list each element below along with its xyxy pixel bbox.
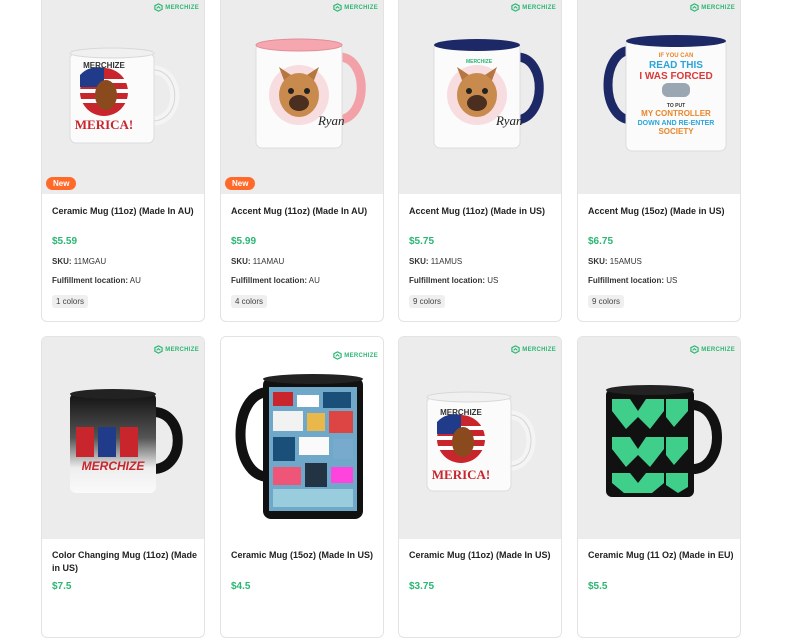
product-price: $5.5 (588, 581, 608, 592)
product-image[interactable]: MERCHIZE IF YOU CAN READ THIS I WAS FORC… (578, 0, 740, 194)
svg-text:DOWN AND RE-ENTER: DOWN AND RE-ENTER (638, 120, 715, 127)
mug-color-changing-image: MERCHIZE (70, 389, 183, 493)
product-card[interactable]: MERCHIZE Ceramic Mug (15oz) (Made In US)… (220, 336, 384, 638)
product-title[interactable]: Ceramic Mug (11oz) (Made In US) (409, 549, 555, 562)
mug-pink-bulldog-image: Ryan (255, 38, 366, 149)
svg-text:Ryan: Ryan (317, 113, 344, 128)
colors-count: 1 colors (52, 295, 89, 308)
product-image[interactable]: MERCHIZE MERCHIZE (42, 337, 204, 539)
svg-text:MERICA!: MERICA! (75, 117, 134, 132)
product-sku: SKU: 15AMUS (588, 257, 642, 266)
mug-navy-bulldog-image: MERCHIZE Ryan (433, 39, 544, 149)
product-title[interactable]: Accent Mug (11oz) (Made in US) (409, 205, 555, 218)
product-card[interactable]: MERCHIZE IF YOU CAN READ THIS I WAS FORC… (577, 0, 741, 322)
mug-usa-merica-image: MERCHIZE MERICA! (69, 47, 180, 144)
product-card[interactable]: MERCHIZE MERCHIZE Color Changing Mug (11… (41, 336, 205, 638)
svg-text:Ryan: Ryan (495, 113, 522, 128)
product-image[interactable]: MERCHIZE MERCHIZE Ryan (399, 0, 561, 194)
product-card[interactable]: MERCHIZE MERCHIZE MERICA! New Ceramic Mu… (41, 0, 205, 322)
fulfillment-location: Fulfillment location: US (409, 276, 499, 285)
colors-count: 9 colors (409, 295, 446, 308)
svg-text:I WAS FORCED: I WAS FORCED (639, 71, 712, 82)
product-sku: SKU: 11MGAU (52, 257, 107, 266)
svg-text:MERCHIZE: MERCHIZE (82, 459, 146, 473)
product-title[interactable]: Ceramic Mug (11 Oz) (Made in EU) (588, 549, 734, 562)
product-price: $5.59 (52, 236, 78, 247)
svg-text:IF YOU CAN: IF YOU CAN (659, 53, 694, 59)
product-title[interactable]: Color Changing Mug (11oz) (Made in US) (52, 549, 198, 575)
mug-gamer-quote-image: IF YOU CAN READ THIS I WAS FORCED TO PUT… (603, 35, 727, 152)
product-sku: SKU: 11AMAU (231, 257, 285, 266)
fulfillment-location: Fulfillment location: AU (231, 276, 320, 285)
svg-text:MERCHIZE: MERCHIZE (83, 61, 125, 70)
svg-text:READ THIS: READ THIS (649, 60, 703, 71)
new-badge: New (225, 177, 256, 190)
product-price: $3.75 (409, 581, 435, 592)
new-badge: New (46, 177, 77, 190)
svg-text:MERCHIZE: MERCHIZE (440, 408, 482, 417)
product-title[interactable]: Accent Mug (11oz) (Made In AU) (231, 205, 377, 218)
fulfillment-location: Fulfillment location: US (588, 276, 678, 285)
product-image[interactable]: MERCHIZE MERCHIZE MERICA! (42, 0, 204, 194)
product-card[interactable]: MERCHIZE Ceramic Mug (11 Oz) (Made in EU… (577, 336, 741, 638)
product-card[interactable]: MERCHIZE Ryan New Accent Mug (11oz) (Mad… (220, 0, 384, 322)
product-title[interactable]: Ceramic Mug (11oz) (Made In AU) (52, 205, 198, 218)
product-title[interactable]: Ceramic Mug (15oz) (Made In US) (231, 549, 377, 562)
product-sku: SKU: 11AMUS (409, 257, 463, 266)
product-price: $6.75 (588, 236, 614, 247)
svg-text:SOCIETY: SOCIETY (658, 127, 694, 136)
product-image[interactable]: MERCHIZE (578, 337, 740, 539)
colors-count: 9 colors (588, 295, 625, 308)
mug-black-stickers-image (235, 374, 363, 519)
product-image[interactable]: MERCHIZE MERCHIZE MERICA! (399, 337, 561, 539)
svg-text:MY CONTROLLER: MY CONTROLLER (641, 109, 711, 118)
mug-usa-merica-image: MERCHIZE MERICA! (426, 391, 536, 492)
svg-text:MERCHIZE: MERCHIZE (466, 59, 493, 65)
product-price: $5.99 (231, 236, 257, 247)
colors-count: 4 colors (231, 295, 268, 308)
product-image[interactable]: MERCHIZE Ryan (221, 0, 383, 194)
mug-green-pattern-image (606, 385, 722, 497)
fulfillment-location: Fulfillment location: AU (52, 276, 141, 285)
product-price: $5.75 (409, 236, 435, 247)
svg-text:MERICA!: MERICA! (432, 467, 491, 482)
product-card[interactable]: MERCHIZE MERCHIZE MERICA! Ceramic Mug (1… (398, 336, 562, 638)
product-card[interactable]: MERCHIZE MERCHIZE Ryan Accent Mug (11oz)… (398, 0, 562, 322)
product-price: $4.5 (231, 581, 251, 592)
product-image[interactable]: MERCHIZE (221, 337, 383, 539)
product-title[interactable]: Accent Mug (15oz) (Made in US) (588, 205, 734, 218)
product-price: $7.5 (52, 581, 72, 592)
